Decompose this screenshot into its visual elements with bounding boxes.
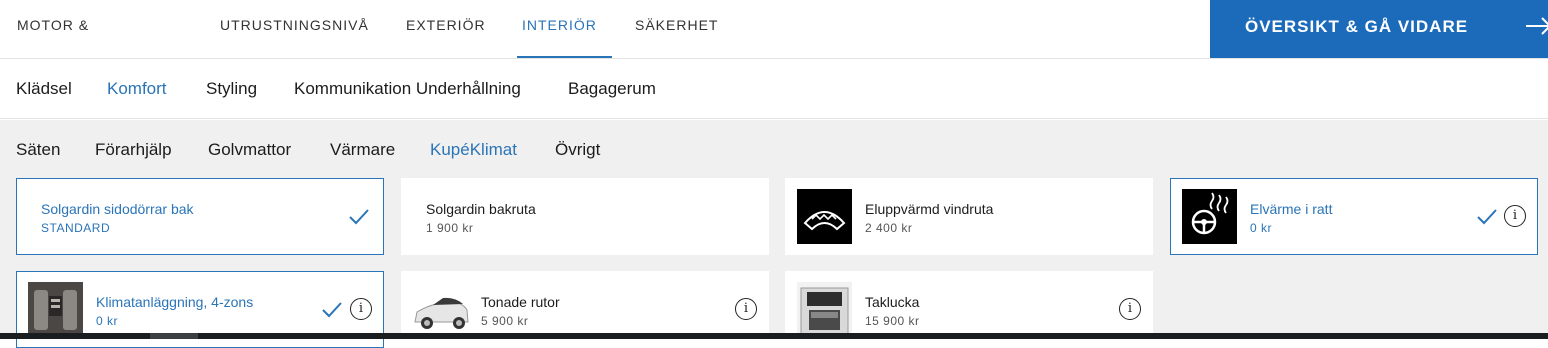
category-styling[interactable]: Styling [206, 79, 257, 99]
option-price: 5 900 kr [481, 314, 529, 328]
option-title: Elvärme i ratt [1250, 201, 1333, 217]
tinted-windows-photo [413, 282, 469, 337]
arrow-right-icon [1526, 17, 1548, 35]
tab-motor[interactable]: MOTOR & VÄXELLÅDA [17, 0, 108, 84]
option-title: Solgardin bakruta [426, 201, 536, 217]
option-price: 1 900 kr [426, 221, 474, 235]
option-card-heated-steering-wheel[interactable]: Elvärme i ratt 0 kr i [1170, 178, 1538, 255]
scroll-thumb[interactable] [150, 333, 198, 339]
category-bar: Klädsel Komfort Styling Kommunikation Un… [0, 59, 1548, 119]
subcategory-seats[interactable]: Säten [16, 140, 60, 160]
checkmark-icon [1477, 209, 1497, 225]
category-upholstery[interactable]: Klädsel [16, 79, 72, 99]
info-icon[interactable]: i [1119, 298, 1141, 320]
option-title: Tonade rutor [481, 294, 560, 310]
overview-continue-button[interactable]: ÖVERSIKT & GÅ VIDARE [1210, 0, 1548, 58]
category-comfort[interactable]: Komfort [107, 79, 167, 99]
checkmark-icon [349, 209, 369, 225]
option-price: STANDARD [41, 221, 111, 235]
tab-equipment-level[interactable]: UTRUSTNINGSNIVÅ [220, 0, 369, 58]
info-icon[interactable]: i [350, 298, 372, 320]
option-title: Taklucka [865, 294, 920, 310]
option-card-heated-windscreen[interactable]: Eluppvärmd vindruta 2 400 kr [785, 178, 1153, 255]
option-title: Solgardin sidodörrar bak [41, 201, 194, 217]
tab-exterior[interactable]: EXTERIÖR [406, 0, 486, 58]
bottom-scroll-strip [0, 333, 1548, 339]
tab-interior[interactable]: INTERIÖR [517, 0, 612, 58]
subcategory-floor-mats[interactable]: Golvmattor [208, 140, 291, 160]
subcategory-heaters[interactable]: Värmare [330, 140, 395, 160]
subcategory-cabin-climate[interactable]: KupéKlimat [430, 140, 517, 160]
info-icon[interactable]: i [735, 298, 757, 320]
option-card-rear-window-sunshade[interactable]: Solgardin bakruta 1 900 kr [401, 178, 769, 255]
options-panel: Säten Förarhjälp Golvmattor Värmare Kupé… [0, 120, 1548, 348]
sunroof-photo [797, 282, 852, 337]
subcategory-driver-assist[interactable]: Förarhjälp [95, 140, 172, 160]
heated-steering-wheel-icon [1182, 189, 1237, 244]
option-title: Klimatanläggning, 4-zons [96, 294, 254, 310]
climate-zone-photo [28, 282, 83, 337]
option-price: 15 900 kr [865, 314, 920, 328]
tab-safety[interactable]: SÄKERHET [635, 0, 718, 58]
option-price: 2 400 kr [865, 221, 913, 235]
option-title: Eluppvärmd vindruta [865, 201, 994, 217]
option-price: 0 kr [96, 314, 119, 328]
category-luggage[interactable]: Bagagerum [568, 79, 656, 99]
info-icon[interactable]: i [1504, 205, 1526, 227]
checkmark-icon [322, 302, 342, 318]
overview-continue-label: ÖVERSIKT & GÅ VIDARE [1245, 17, 1469, 36]
top-navigation-bar: MOTOR & VÄXELLÅDA UTRUSTNINGSNIVÅ EXTERI… [0, 0, 1548, 84]
option-card-rear-side-sunshades[interactable]: Solgardin sidodörrar bak STANDARD [16, 178, 384, 255]
category-communication-entertainment[interactable]: Kommunikation Underhållning [294, 79, 521, 99]
option-price: 0 kr [1250, 221, 1273, 235]
heated-windscreen-icon [797, 189, 852, 244]
subcategory-other[interactable]: Övrigt [555, 140, 600, 160]
